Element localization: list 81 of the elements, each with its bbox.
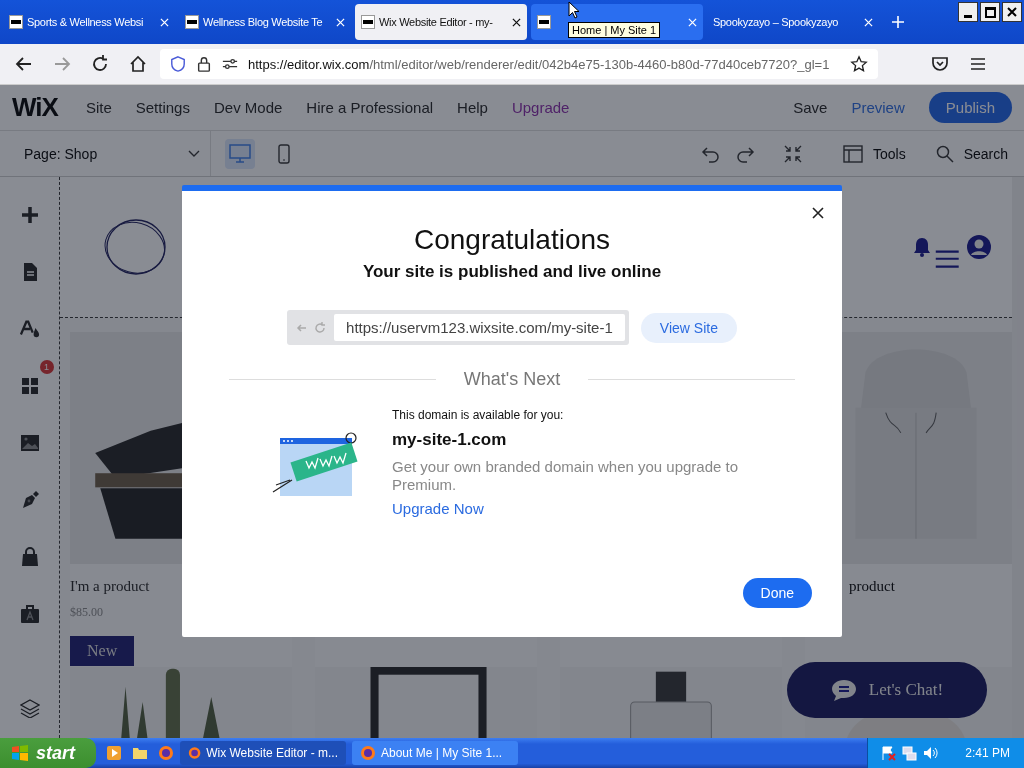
shopping-bag-icon[interactable] (19, 547, 40, 567)
flag-icon[interactable] (880, 745, 897, 761)
mouse-cursor-icon (568, 1, 580, 19)
add-icon[interactable] (19, 205, 40, 225)
view-site-button[interactable]: View Site (640, 312, 737, 343)
panel-icon (842, 144, 863, 163)
upgrade-now-link[interactable]: Upgrade Now (392, 500, 484, 517)
image-icon[interactable] (19, 433, 40, 453)
firefox-icon (188, 745, 202, 761)
wix-favicon-icon (9, 15, 23, 29)
product-name[interactable]: product (849, 578, 895, 595)
browser-controls-icon (296, 321, 327, 334)
permissions-icon (222, 56, 238, 72)
firefox-icon (360, 745, 376, 761)
dialog-title: Congratulations (413, 224, 611, 256)
domain-label: This domain is available for you: (392, 408, 564, 422)
media-player-icon[interactable] (106, 745, 122, 761)
volume-icon[interactable] (922, 745, 939, 761)
browser-tab[interactable]: Spookyzayo – Spookyzayo (707, 4, 879, 40)
folder-icon[interactable] (132, 745, 148, 761)
menu-item[interactable]: Site (85, 99, 112, 116)
new-tab-icon[interactable] (891, 15, 905, 29)
taskbar-button[interactable]: About Me | My Site 1... (352, 741, 518, 765)
restore-icon[interactable] (980, 2, 1000, 22)
search-button[interactable]: Search (935, 144, 1008, 163)
wix-favicon-icon (537, 15, 551, 29)
chevron-down-icon (188, 149, 200, 158)
publish-button[interactable]: Publish (928, 92, 1012, 123)
lock-icon (196, 56, 212, 72)
scribble-circle-drawing (104, 216, 168, 278)
bell-icon[interactable] (912, 236, 932, 258)
menu-item[interactable]: Dev Mode (213, 99, 283, 116)
url-text: https://editor.wix.com/html/editor/web/renderer/edit/042b4e75-130b-4460-b80d-77d40ceb7720?_gl=1 (248, 56, 831, 72)
section-heading: What's Next (463, 369, 561, 390)
theme-icon[interactable] (19, 319, 40, 339)
chat-button[interactable]: Let's Chat! (787, 662, 987, 718)
menu-item[interactable]: Hire a Professional (306, 99, 434, 116)
close-icon[interactable] (1002, 2, 1022, 22)
zoom-out-icon[interactable] (782, 143, 803, 164)
done-button[interactable]: Done (742, 578, 812, 608)
shield-icon (170, 56, 186, 72)
dialog-subtitle: Your site is published and live online (362, 262, 662, 282)
bookmark-star-icon[interactable] (850, 55, 868, 73)
search-icon (935, 144, 954, 163)
taskbar-button[interactable]: Wix Website Editor - m... (180, 741, 346, 765)
wix-favicon-icon (361, 15, 375, 29)
save-button[interactable]: Save (793, 99, 828, 116)
product-price: $85.00 (70, 605, 103, 620)
menu-item[interactable]: Upgrade (511, 99, 570, 116)
network-icon[interactable] (901, 745, 918, 761)
new-badge: New (70, 636, 135, 666)
windows-logo-icon (10, 743, 30, 763)
preview-button[interactable]: Preview (851, 99, 905, 116)
minimize-icon[interactable] (958, 2, 978, 22)
clock: 2:41 PM (965, 746, 1010, 760)
close-icon[interactable] (512, 17, 521, 27)
avatar-icon[interactable] (966, 234, 992, 260)
browser-tab[interactable]: Wellness Blog Website Te (179, 4, 351, 40)
tab-tooltip: Home | My Site 1 (568, 22, 661, 38)
chat-bubble-icon (830, 678, 857, 702)
close-icon[interactable] (812, 207, 824, 219)
portfolio-icon[interactable] (19, 604, 40, 624)
notification-badge: 1 (39, 360, 54, 374)
address-bar[interactable]: https://editor.wix.com/html/editor/web/renderer/edit/042b4e75-130b-4460-b80d-77d40ceb7720?_gl=1 (160, 49, 878, 79)
page-dropdown[interactable]: Page: Shop (24, 131, 211, 176)
browser-tab[interactable]: Wix Website Editor - my- (355, 4, 527, 40)
domain-description: Get your own branded domain when you upgrade to Premium. (392, 458, 740, 494)
firefox-icon[interactable] (158, 745, 174, 761)
menu-item[interactable]: Settings (135, 99, 190, 116)
layers-icon[interactable] (19, 698, 40, 718)
scrollbar[interactable] (1012, 177, 1024, 738)
wix-logo[interactable]: WiX (12, 92, 58, 123)
wix-favicon-icon (185, 15, 199, 29)
domain-name: my-site-1.com (392, 430, 507, 450)
apps-icon[interactable] (19, 376, 40, 396)
start-button[interactable]: start (0, 738, 96, 768)
menu-item[interactable]: Help (457, 99, 488, 116)
site-url-bar: https://uservm123.wixsite.com/my-site-1 (287, 310, 629, 345)
product-name[interactable]: I'm a product (70, 578, 150, 595)
browser-tab[interactable]: Sports & Wellness Websi (3, 4, 175, 40)
tools-button[interactable]: Tools (842, 144, 906, 163)
